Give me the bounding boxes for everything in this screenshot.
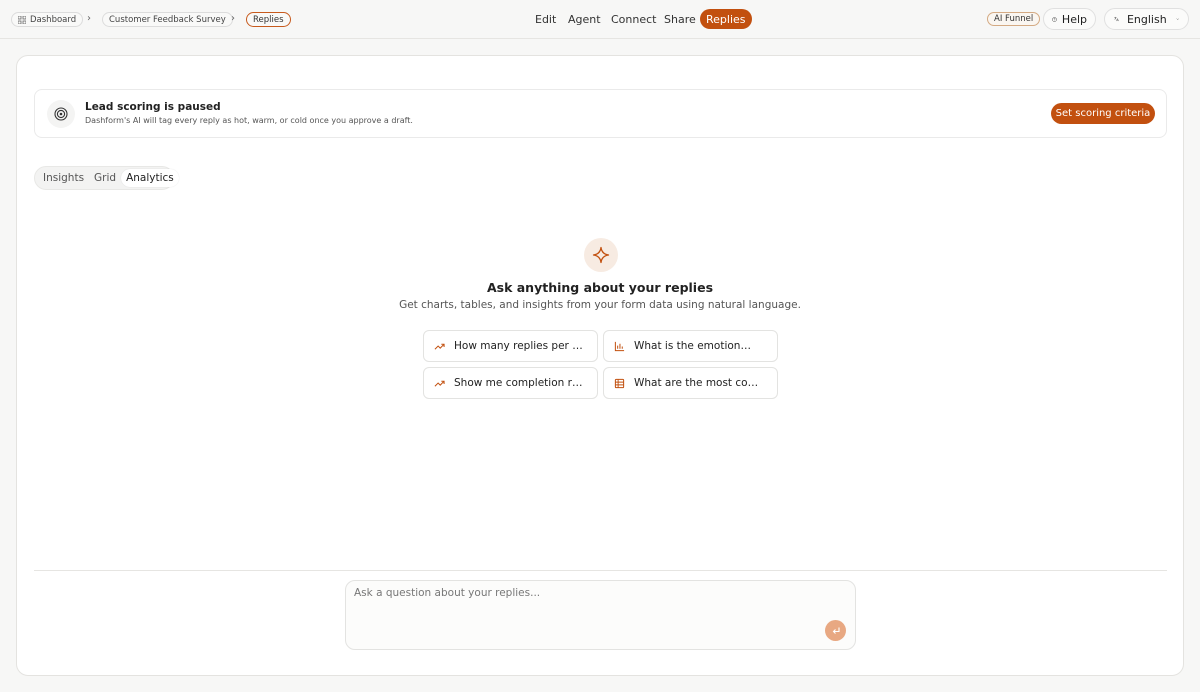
top-bar: Dashboard › Customer Feedback Survey › R…	[0, 0, 1200, 39]
chevron-right-icon: ›	[87, 13, 91, 24]
main-card: Lead scoring is paused Dashform's AI wil…	[16, 55, 1184, 676]
ai-funnel-button[interactable]: AI Funnel	[987, 12, 1041, 26]
hero-title: Ask anything about your replies	[486, 280, 714, 295]
language-select[interactable]: English	[1104, 8, 1189, 30]
ask-question-input[interactable]	[354, 587, 824, 617]
suggestion-completion-rate[interactable]: Show me completion rate…	[423, 367, 598, 399]
nav-agent[interactable]: Agent	[562, 9, 607, 29]
help-label: Help	[1061, 12, 1087, 26]
send-button[interactable]	[825, 620, 846, 641]
target-icon	[47, 100, 75, 128]
suggestion-emotion[interactable]: What is the emotion…	[603, 330, 778, 362]
sparkle-icon	[584, 238, 618, 272]
suggestion-label: Show me completion rate…	[454, 377, 587, 389]
chevron-down-icon	[1176, 18, 1179, 20]
banner-subtitle: Dashform's AI will tag every reply as ho…	[85, 116, 413, 125]
tab-grid[interactable]: Grid	[89, 169, 121, 187]
ai-funnel-label: AI Funnel	[994, 14, 1034, 24]
translate-icon	[1114, 16, 1119, 22]
ask-question-box	[345, 580, 856, 650]
enter-icon	[832, 627, 840, 634]
suggestion-replies-per-day[interactable]: How many replies per day…	[423, 330, 598, 362]
suggestion-most-common[interactable]: What are the most commo…	[603, 367, 778, 399]
hero-subtitle: Get charts, tables, and insights from yo…	[399, 299, 801, 311]
lead-scoring-banner: Lead scoring is paused Dashform's AI wil…	[34, 89, 1167, 138]
table-icon	[614, 378, 625, 388]
tab-analytics[interactable]: Analytics	[121, 169, 179, 187]
banner-title: Lead scoring is paused	[85, 101, 221, 113]
set-scoring-criteria-button[interactable]: Set scoring criteria	[1051, 103, 1155, 124]
grid-icon	[18, 15, 26, 24]
breadcrumb-survey[interactable]: Customer Feedback Survey	[102, 12, 233, 27]
nav-share[interactable]: Share	[658, 9, 702, 29]
tab-insights[interactable]: Insights	[38, 169, 89, 187]
breadcrumb-replies-label: Replies	[253, 14, 284, 25]
breadcrumb-replies[interactable]: Replies	[246, 12, 291, 27]
suggestion-label: What is the emotion…	[634, 340, 751, 352]
breadcrumb-survey-label: Customer Feedback Survey	[109, 14, 226, 25]
help-circle-icon	[1052, 16, 1057, 22]
divider	[34, 570, 1167, 571]
help-button[interactable]: Help	[1043, 8, 1096, 30]
breadcrumb-dashboard-label: Dashboard	[30, 14, 77, 25]
suggestion-label: How many replies per day…	[454, 340, 587, 352]
suggestion-label: What are the most commo…	[634, 377, 767, 389]
nav-edit[interactable]: Edit	[529, 9, 562, 29]
trend-icon	[434, 343, 445, 350]
nav-connect[interactable]: Connect	[605, 9, 662, 29]
trend-icon	[434, 380, 445, 387]
view-tabs: Insights Grid Analytics	[34, 166, 179, 190]
breadcrumb-dashboard[interactable]: Dashboard	[11, 12, 84, 27]
chevron-right-icon: ›	[231, 13, 235, 24]
language-label: English	[1126, 12, 1167, 26]
bar-chart-icon	[614, 341, 625, 351]
nav-replies[interactable]: Replies	[700, 9, 752, 29]
